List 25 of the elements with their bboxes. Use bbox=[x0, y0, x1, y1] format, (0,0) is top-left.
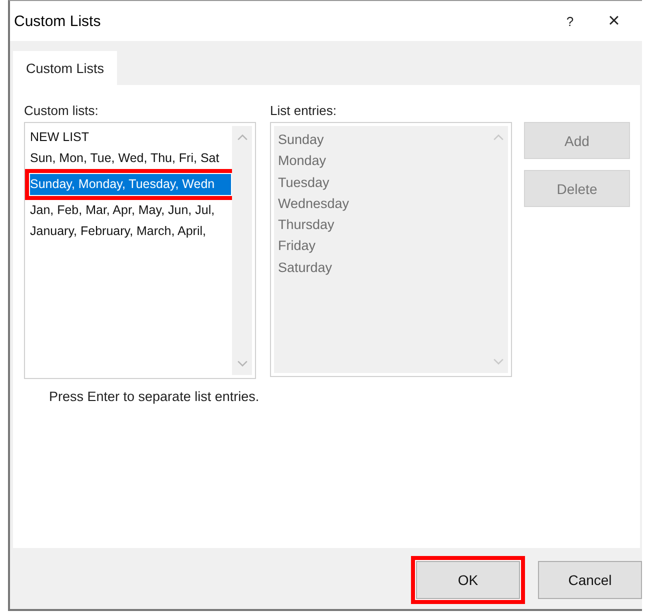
list-entry: Thursday bbox=[278, 216, 336, 234]
list-item[interactable]: NEW LIST bbox=[29, 127, 232, 148]
list-entries-label: List entries: bbox=[270, 103, 338, 120]
list-entry: Monday bbox=[278, 152, 328, 170]
close-button[interactable]: × bbox=[592, 6, 636, 36]
scrollbar[interactable] bbox=[232, 126, 252, 375]
tab[interactable]: Custom Lists bbox=[13, 51, 118, 85]
scroll-up-icon[interactable] bbox=[236, 134, 248, 141]
list-entry: Saturday bbox=[278, 258, 334, 277]
scroll-down-icon[interactable] bbox=[236, 360, 248, 367]
list-entry: Sunday bbox=[278, 131, 325, 149]
help-button[interactable]: ? bbox=[548, 6, 592, 36]
list-item[interactable]: Jan, Feb, Mar, Apr, May, Jun, Jul, bbox=[29, 200, 232, 221]
hint-text: Press Enter to separate list entries. bbox=[49, 389, 260, 404]
dialog-button[interactable]: Cancel bbox=[538, 561, 642, 599]
list-item[interactable]: Sunday, Monday, Tuesday, Wedn bbox=[25, 169, 232, 200]
list-entry: Wednesday bbox=[278, 194, 350, 213]
custom-lists-listbox[interactable]: NEW LIST Sun, Mon, Tue, Wed, Thu, Fri, Sat Sunday, Monday, Tuesday, Wedn Jan, Feb, Mar, Apr, May, Jun, Jul, January, February, March, April, bbox=[24, 122, 256, 379]
custom-lists-label: Custom lists: bbox=[24, 103, 100, 120]
list-entry: Tuesday bbox=[278, 174, 330, 192]
window-title: Custom Lists bbox=[14, 12, 102, 30]
list-entry: Friday bbox=[278, 237, 317, 256]
dialog-button[interactable]: OK bbox=[411, 556, 525, 604]
list-item[interactable]: Sun, Mon, Tue, Wed, Thu, Fri, Sat bbox=[29, 148, 232, 169]
list-item[interactable]: January, February, March, April, bbox=[29, 221, 232, 242]
